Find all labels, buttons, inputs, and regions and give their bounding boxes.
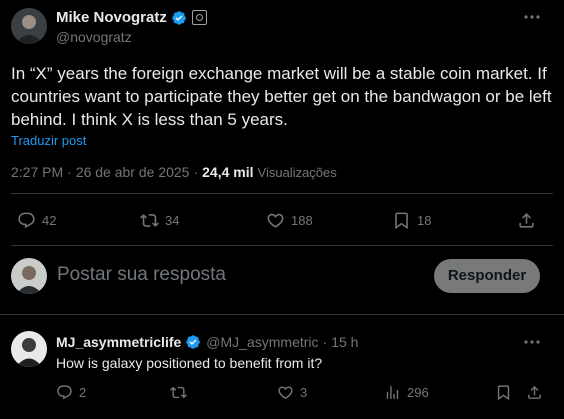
verified-badge-icon	[171, 10, 187, 26]
post-time[interactable]: 2:27 PM	[11, 164, 63, 180]
divider	[0, 314, 564, 315]
reply-input[interactable]: Postar sua resposta	[57, 264, 226, 286]
reply-reply-action[interactable]: 2	[56, 384, 86, 401]
repost-icon	[170, 386, 187, 399]
reply-reply-count: 2	[79, 385, 87, 400]
bookmark-count: 18	[417, 213, 432, 228]
author-handle[interactable]: @novogratz	[56, 29, 132, 45]
reply-author-handle[interactable]: @MJ_asymmetric	[206, 334, 318, 350]
bookmark-action[interactable]: 18	[392, 211, 431, 230]
reply-icon	[57, 385, 72, 400]
reply-like-action[interactable]: 3	[277, 384, 307, 401]
reply-button[interactable]: Responder	[434, 259, 540, 293]
heart-icon	[267, 213, 284, 228]
bookmark-icon	[497, 385, 510, 401]
share-action[interactable]	[517, 211, 536, 230]
reply-repost-action[interactable]	[170, 384, 187, 401]
divider	[11, 245, 553, 246]
like-action[interactable]: 188	[266, 211, 313, 230]
post-text-line: behind. I think X is less than 5 years.	[11, 110, 288, 129]
meta-separator: ·	[322, 334, 328, 350]
translate-post-link[interactable]: Traduzir post	[11, 133, 86, 148]
author-avatar[interactable]	[11, 8, 47, 44]
divider	[11, 193, 553, 194]
reply-author-avatar[interactable]	[11, 331, 47, 367]
heart-icon	[278, 386, 293, 399]
reply-views-count: 296	[407, 385, 429, 400]
reply-action[interactable]: 42	[17, 211, 56, 230]
affiliate-badge-icon	[191, 10, 207, 25]
reply-author-name[interactable]: MJ_asymmetriclife	[56, 334, 181, 350]
post-text-line: countries want to participate they bette…	[11, 87, 552, 106]
share-icon	[528, 385, 541, 399]
user-avatar[interactable]	[11, 258, 47, 294]
repost-action[interactable]: 34	[140, 211, 179, 230]
reply-bookmark-action[interactable]	[495, 384, 512, 401]
reply-time[interactable]: 15 h	[331, 334, 358, 350]
reply-like-count: 3	[300, 385, 308, 400]
meta-separator: ·	[67, 164, 72, 180]
more-options-icon[interactable]	[522, 8, 542, 31]
repost-icon	[140, 214, 159, 227]
reply-views-action[interactable]: 296	[384, 384, 429, 401]
post-text: In “X” years the foreign exchange market…	[11, 62, 559, 131]
meta-separator: ·	[193, 164, 199, 180]
analytics-icon	[386, 386, 399, 399]
post-date[interactable]: 26 de abr de 2025	[76, 164, 190, 180]
views-label: Visualizações	[257, 165, 337, 180]
reply-icon	[18, 212, 35, 229]
share-icon	[519, 213, 534, 228]
repost-count: 34	[165, 213, 180, 228]
reply-count: 42	[42, 213, 57, 228]
reply-share-action[interactable]	[526, 384, 543, 401]
post-text-line: In “X” years the foreign exchange market…	[11, 64, 547, 83]
post-meta: 2:27 PM · 26 de abr de 2025 · 24,4 mil V…	[11, 164, 337, 180]
verified-badge-icon	[185, 334, 201, 350]
views-count: 24,4 mil	[202, 164, 254, 180]
bookmark-icon	[395, 212, 408, 230]
like-count: 188	[291, 213, 313, 228]
reply-more-options-icon[interactable]	[522, 333, 542, 356]
reply-text: How is galaxy positioned to benefit from…	[56, 355, 323, 371]
author-name[interactable]: Mike Novogratz	[56, 9, 167, 26]
